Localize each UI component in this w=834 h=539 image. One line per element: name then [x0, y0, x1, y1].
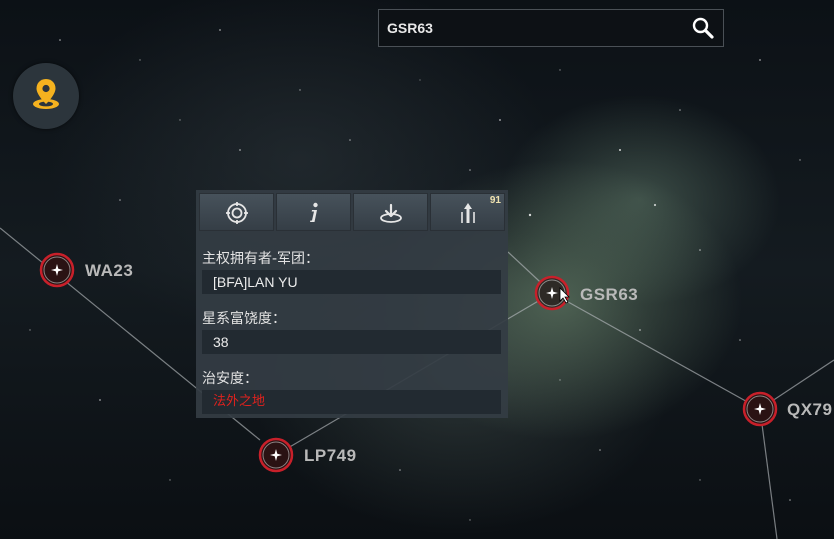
warp-icon [380, 203, 402, 223]
system-node-qx79[interactable] [742, 391, 778, 427]
jump-icon [461, 203, 475, 223]
owner-label: 主权拥有者-军团： [202, 251, 320, 267]
info-icon [310, 202, 318, 222]
system-node-wa23[interactable] [39, 252, 75, 288]
system-info-panel: 91 主权拥有者-军团： [BFA]LAN YU 星系富饶度： 38 治安度： … [196, 190, 508, 418]
security-value: 法外之地 [202, 390, 501, 414]
target-icon [226, 202, 248, 224]
security-label: 治安度： [202, 371, 258, 387]
system-label-wa23[interactable]: WA23 [85, 261, 133, 281]
richness-label: 星系富饶度： [202, 311, 286, 327]
jump-button[interactable]: 91 [430, 193, 505, 231]
system-node-lp749[interactable] [258, 437, 294, 473]
jump-count-badge: 91 [489, 195, 501, 206]
location-pin-icon [33, 79, 59, 109]
richness-value: 38 [202, 330, 501, 354]
set-destination-button[interactable] [199, 193, 274, 231]
system-toolbar: 91 [199, 193, 505, 231]
system-info-button[interactable] [276, 193, 351, 231]
owner-value: [BFA]LAN YU [202, 270, 501, 294]
locate-button[interactable] [13, 63, 79, 129]
system-label-gsr63[interactable]: GSR63 [580, 285, 638, 305]
system-label-lp749[interactable]: LP749 [304, 446, 357, 466]
system-label-qx79[interactable]: QX79 [787, 400, 832, 420]
search-button[interactable] [691, 16, 715, 40]
warp-button[interactable] [353, 193, 428, 231]
search-box [378, 9, 724, 47]
search-input[interactable] [379, 10, 679, 46]
magnifier-icon [692, 17, 714, 39]
